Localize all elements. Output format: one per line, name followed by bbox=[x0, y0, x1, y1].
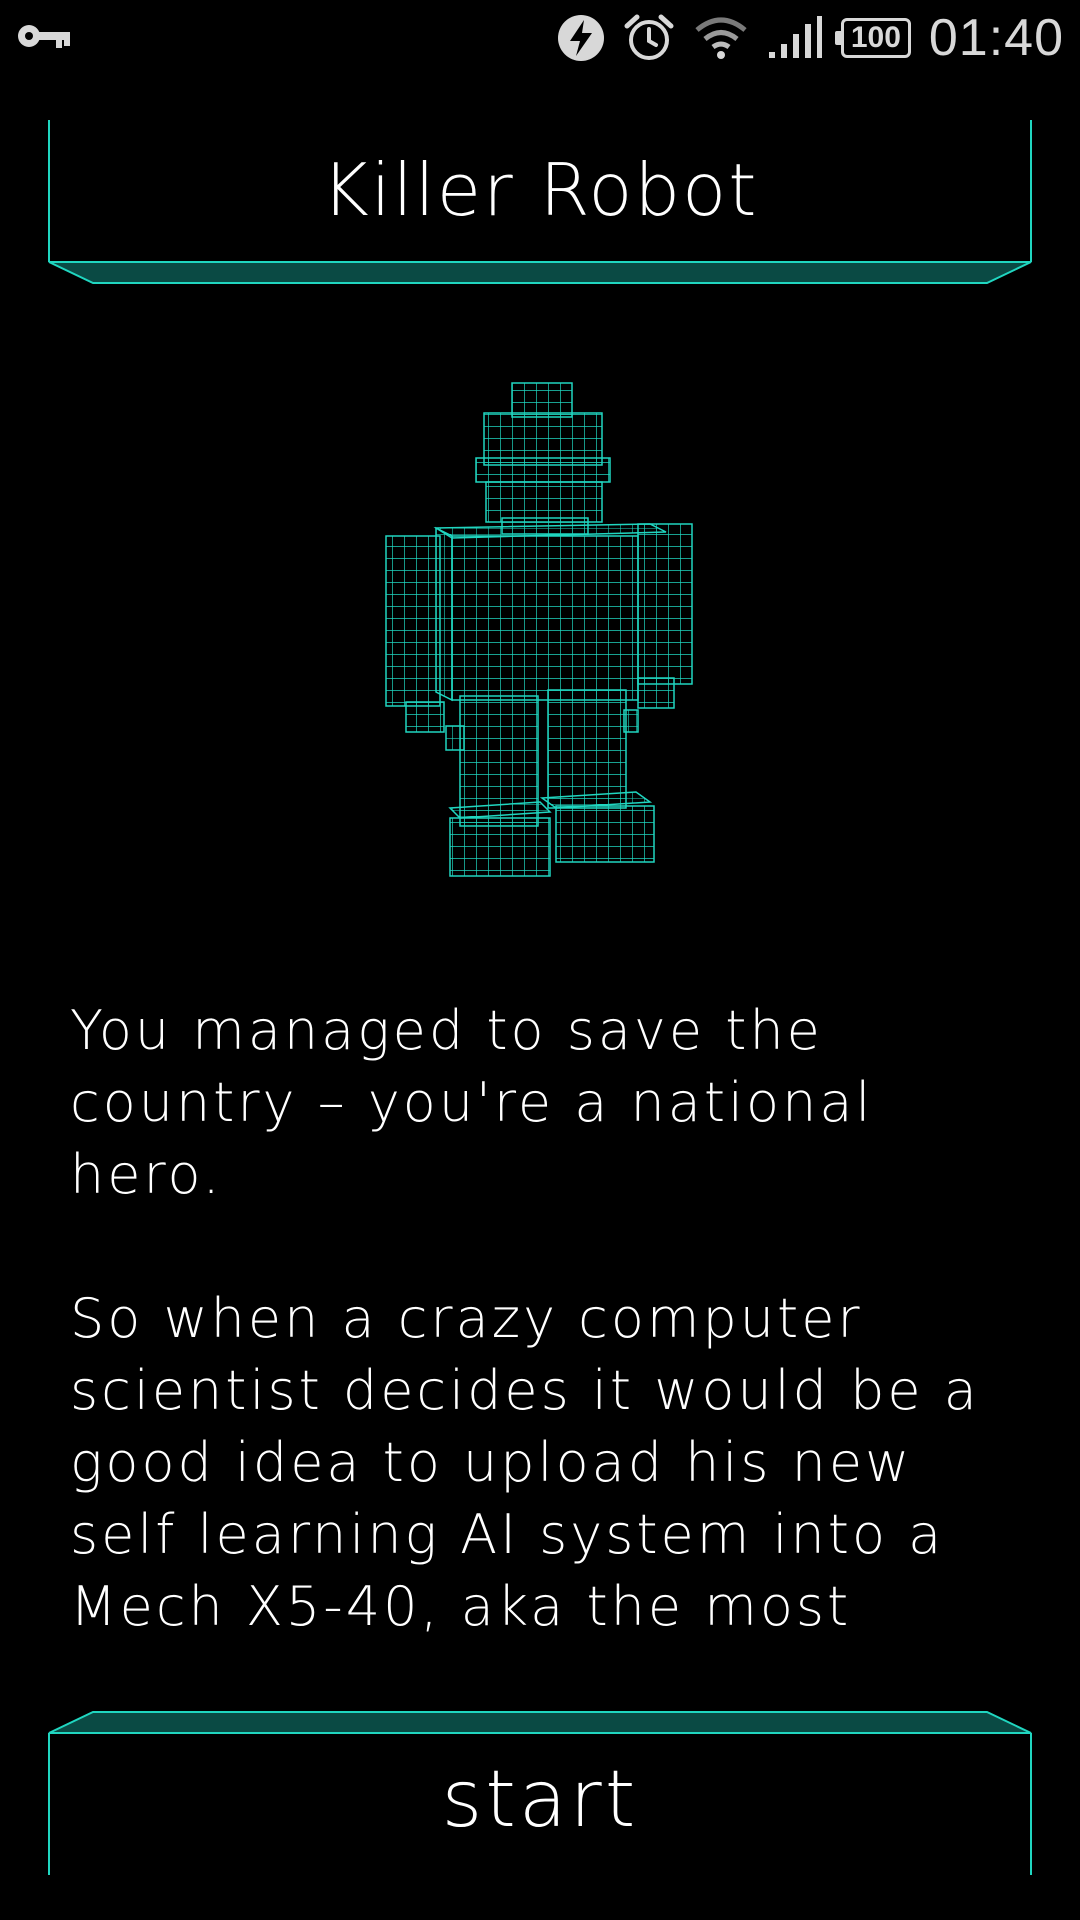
battery-icon: 100 bbox=[834, 18, 911, 58]
status-bar: 100 01:40 bbox=[0, 0, 1080, 76]
flash-icon bbox=[557, 15, 604, 61]
robot-illustration bbox=[385, 382, 693, 877]
story-text: You managed to save the country – you're… bbox=[70, 999, 980, 1638]
signal-icon bbox=[768, 16, 822, 58]
start-button-label: start bbox=[441, 1755, 639, 1845]
key-icon bbox=[18, 25, 70, 48]
battery-level: 100 bbox=[850, 21, 901, 54]
page-title: Killer Robot bbox=[321, 148, 759, 232]
status-clock: 01:40 bbox=[928, 9, 1064, 67]
alarm-icon bbox=[624, 14, 674, 60]
wifi-icon bbox=[695, 17, 747, 59]
